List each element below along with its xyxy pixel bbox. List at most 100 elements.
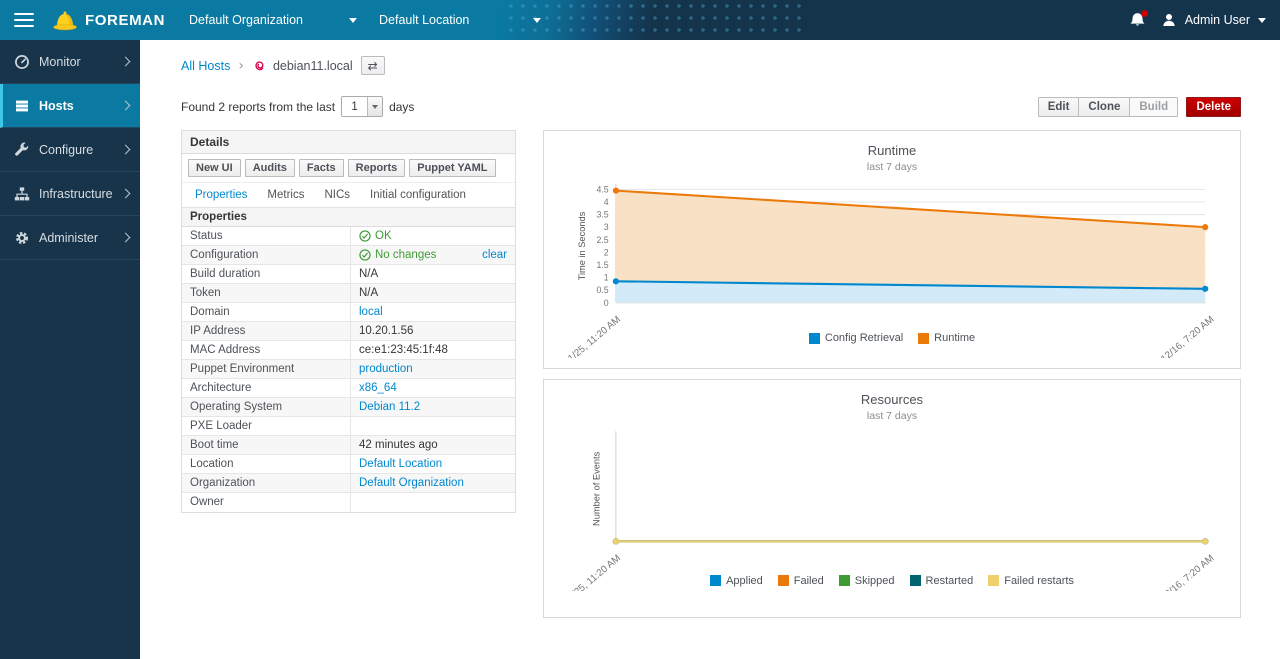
delete-button[interactable]: Delete bbox=[1186, 97, 1241, 117]
sidebar-item-administer[interactable]: Administer bbox=[0, 216, 140, 260]
resources-chart-legend: Applied Failed Skipped Restarted Failed rest… bbox=[552, 575, 1232, 587]
notifications-bell-icon[interactable] bbox=[1129, 12, 1146, 29]
location-dropdown[interactable]: Default Location bbox=[379, 13, 541, 27]
svg-text:Number of Events: Number of Events bbox=[591, 451, 601, 526]
new-ui-button[interactable]: New UI bbox=[188, 159, 241, 177]
facts-button[interactable]: Facts bbox=[299, 159, 344, 177]
edit-button[interactable]: Edit bbox=[1038, 97, 1080, 117]
legend-swatch bbox=[778, 575, 789, 586]
caret-down-icon bbox=[1258, 18, 1266, 23]
audits-button[interactable]: Audits bbox=[245, 159, 295, 177]
svg-text:Time in Seconds: Time in Seconds bbox=[577, 211, 587, 280]
organization-link[interactable]: Default Organization bbox=[359, 477, 464, 489]
tab-metrics[interactable]: Metrics bbox=[258, 183, 313, 207]
host-action-buttons: Edit Clone Build Delete bbox=[1038, 97, 1241, 117]
architecture-link[interactable]: x86_64 bbox=[359, 382, 397, 394]
legend-item[interactable]: Config Retrieval bbox=[809, 332, 903, 344]
table-row-build-duration: Build duration N/A bbox=[182, 265, 515, 284]
table-row-operating-system: Operating System Debian 11.2 bbox=[182, 398, 515, 417]
puppet-environment-link[interactable]: production bbox=[359, 363, 413, 375]
chevron-right-icon bbox=[121, 57, 131, 67]
hardhat-icon bbox=[52, 9, 78, 31]
table-row-owner: Owner bbox=[182, 493, 515, 512]
domain-link[interactable]: local bbox=[359, 306, 383, 318]
svg-text:3.5: 3.5 bbox=[597, 210, 609, 220]
notification-badge bbox=[1141, 10, 1148, 17]
reports-button[interactable]: Reports bbox=[348, 159, 406, 177]
organization-dropdown[interactable]: Default Organization bbox=[189, 13, 357, 27]
tab-initial-configuration[interactable]: Initial configuration bbox=[361, 183, 475, 207]
legend-item[interactable]: Failed restarts bbox=[988, 575, 1074, 587]
sitemap-icon bbox=[14, 186, 30, 202]
legend-label: Runtime bbox=[934, 332, 975, 344]
operating-system-link[interactable]: Debian 11.2 bbox=[359, 401, 420, 413]
properties-table: Status OK Configuration No changesclear … bbox=[182, 227, 515, 512]
legend-label: Failed bbox=[794, 575, 824, 587]
foreman-logo[interactable]: FOREMAN bbox=[52, 9, 165, 31]
host-switcher-button[interactable]: ⇄ bbox=[361, 56, 385, 75]
table-row-location: Location Default Location bbox=[182, 455, 515, 474]
legend-label: Failed restarts bbox=[1004, 575, 1074, 587]
sidebar-item-hosts[interactable]: Hosts bbox=[0, 84, 140, 128]
chevron-right-icon bbox=[121, 101, 131, 111]
tab-properties[interactable]: Properties bbox=[186, 183, 256, 207]
select-caret-icon bbox=[367, 97, 382, 116]
top-navbar: FOREMAN Default Organization Default Loc… bbox=[0, 0, 1280, 40]
menu-icon[interactable] bbox=[14, 13, 34, 27]
reports-toolbar: Found 2 reports from the last 1 days Edi… bbox=[181, 96, 1241, 117]
puppet-yaml-button[interactable]: Puppet YAML bbox=[409, 159, 495, 177]
breadcrumb-all-hosts-link[interactable]: All Hosts bbox=[181, 59, 230, 73]
build-button: Build bbox=[1129, 97, 1178, 117]
table-row-token: Token N/A bbox=[182, 284, 515, 303]
user-menu[interactable]: Admin User bbox=[1161, 12, 1266, 28]
table-row-pxe-loader: PXE Loader bbox=[182, 417, 515, 436]
chevron-right-icon bbox=[121, 233, 131, 243]
resources-chart: 11/25, 11:20 AM12/16, 7:20 AMNumber of E… bbox=[552, 426, 1232, 591]
sidebar-item-configure[interactable]: Configure bbox=[0, 128, 140, 172]
chevron-right-icon bbox=[121, 145, 131, 155]
legend-item[interactable]: Failed bbox=[778, 575, 824, 587]
debian-os-icon bbox=[252, 58, 267, 73]
svg-text:2: 2 bbox=[604, 247, 609, 257]
clear-link[interactable]: clear bbox=[482, 249, 507, 261]
breadcrumb: All Hosts › debian11.local ⇄ bbox=[181, 56, 1241, 75]
configuration-status-badge: No changes bbox=[359, 249, 436, 261]
resources-chart-title: Resources bbox=[552, 392, 1232, 407]
svg-text:4: 4 bbox=[604, 197, 609, 207]
resources-chart-subtitle: last 7 days bbox=[552, 410, 1232, 422]
caret-down-icon bbox=[533, 18, 541, 23]
check-circle-icon bbox=[359, 249, 371, 261]
table-row-domain: Domain local bbox=[182, 303, 515, 322]
details-panel: Details New UI Audits Facts Reports Pupp… bbox=[181, 130, 516, 513]
breadcrumb-separator: › bbox=[238, 58, 244, 74]
location-link[interactable]: Default Location bbox=[359, 458, 442, 470]
check-circle-icon bbox=[359, 230, 371, 242]
wrench-icon bbox=[14, 142, 30, 158]
details-panel-title: Details bbox=[182, 131, 515, 154]
table-row-ip-address: IP Address 10.20.1.56 bbox=[182, 322, 515, 341]
legend-item[interactable]: Skipped bbox=[839, 575, 895, 587]
sidebar-item-monitor[interactable]: Monitor bbox=[0, 40, 140, 84]
svg-text:0: 0 bbox=[604, 298, 609, 308]
reports-summary: Found 2 reports from the last 1 days bbox=[181, 96, 414, 117]
tab-nics[interactable]: NICs bbox=[315, 183, 359, 207]
legend-item[interactable]: Runtime bbox=[918, 332, 975, 344]
svg-text:3: 3 bbox=[604, 222, 609, 232]
legend-swatch bbox=[710, 575, 721, 586]
clone-button[interactable]: Clone bbox=[1078, 97, 1130, 117]
host-name: debian11.local bbox=[273, 59, 353, 73]
svg-text:0.5: 0.5 bbox=[597, 285, 609, 295]
table-row-configuration: Configuration No changesclear bbox=[182, 246, 515, 265]
days-select[interactable]: 1 bbox=[341, 96, 383, 117]
server-icon bbox=[14, 98, 30, 114]
sidebar-item-infrastructure[interactable]: Infrastructure bbox=[0, 172, 140, 216]
status-badge: OK bbox=[359, 230, 392, 242]
legend-item[interactable]: Restarted bbox=[910, 575, 974, 587]
gauge-icon bbox=[14, 54, 30, 70]
runtime-chart-subtitle: last 7 days bbox=[552, 161, 1232, 173]
legend-item[interactable]: Applied bbox=[710, 575, 763, 587]
svg-text:4.5: 4.5 bbox=[597, 184, 609, 194]
breadcrumb-current-host: debian11.local bbox=[252, 58, 353, 73]
svg-text:1.5: 1.5 bbox=[597, 260, 609, 270]
caret-down-icon bbox=[349, 18, 357, 23]
